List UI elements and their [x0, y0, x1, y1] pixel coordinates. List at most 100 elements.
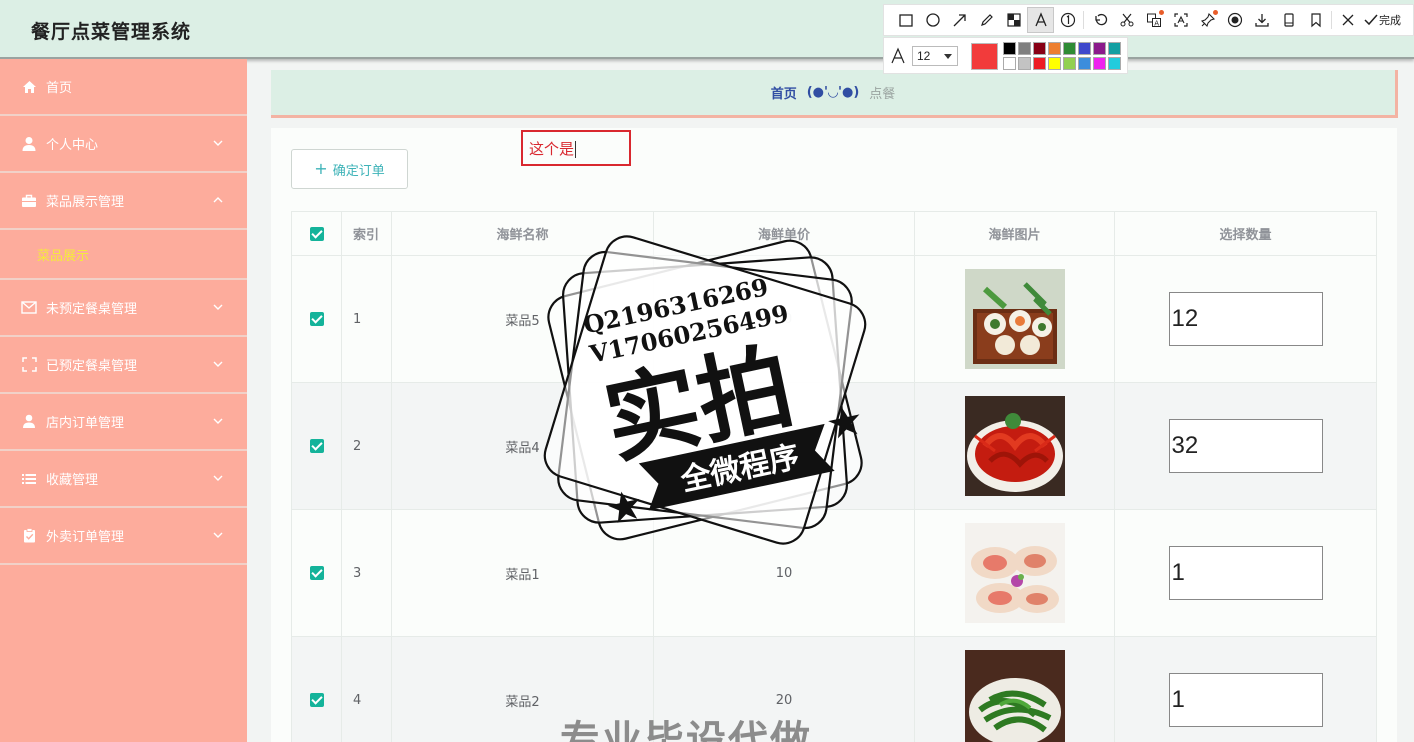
- color-swatch[interactable]: [1108, 42, 1121, 55]
- text-icon[interactable]: [1027, 7, 1054, 33]
- row-image-cell: [914, 509, 1115, 637]
- quantity-input[interactable]: [1168, 546, 1323, 600]
- quantity-input[interactable]: [1168, 419, 1323, 473]
- color-swatch[interactable]: [1078, 42, 1091, 55]
- row-checkbox[interactable]: [309, 439, 324, 453]
- quantity-input[interactable]: [1168, 673, 1323, 727]
- select-all-checkbox[interactable]: [309, 226, 324, 241]
- sidebar-item-label: 首页: [46, 81, 73, 96]
- check-icon: [1364, 14, 1378, 26]
- row-checkbox[interactable]: [309, 566, 324, 580]
- download-icon[interactable]: [1248, 7, 1275, 33]
- annotation-text-box[interactable]: 这个是: [521, 130, 631, 166]
- color-swatch[interactable]: [1048, 57, 1061, 70]
- font-size-select[interactable]: 12: [912, 46, 958, 66]
- chevron-up-icon: [213, 197, 223, 203]
- table-header-row: 索引 海鲜名称 海鲜单价 海鲜图片 选择数量: [291, 211, 1377, 256]
- sidebar-item-instore-orders[interactable]: 店内订单管理: [0, 394, 247, 451]
- sidebar-item-takeout-orders[interactable]: 外卖订单管理: [0, 508, 247, 565]
- user-icon: [20, 135, 38, 153]
- crayfish-dish-image: [964, 396, 1065, 496]
- sidebar-item-unbooked-tables[interactable]: 未预定餐桌管理: [0, 280, 247, 337]
- ocr-icon[interactable]: [1167, 7, 1194, 33]
- color-swatch[interactable]: [1003, 42, 1016, 55]
- sidebar-item-label: 店内订单管理: [46, 416, 125, 431]
- column-header: 索引: [341, 211, 392, 256]
- sidebar-item-home[interactable]: 首页: [0, 59, 247, 116]
- quantity-input[interactable]: [1168, 292, 1323, 346]
- breadcrumb-home[interactable]: 首页: [771, 83, 797, 102]
- color-swatch[interactable]: [1063, 42, 1076, 55]
- close-icon[interactable]: [1334, 7, 1361, 33]
- arrow-icon[interactable]: [946, 7, 973, 33]
- briefcase-icon: [20, 192, 38, 210]
- table-row: 4 菜品2 20: [291, 636, 1377, 742]
- dropdown-arrow-icon: [944, 54, 952, 59]
- sidebar-item-label: 个人中心: [46, 138, 99, 153]
- home-icon: [20, 78, 38, 96]
- row-price: 50: [653, 255, 915, 383]
- watermark-bottom-text: 专业毕设代做: [560, 718, 812, 742]
- color-swatch[interactable]: [1048, 42, 1061, 55]
- sidebar-subitem-dish-show[interactable]: 菜品展示: [0, 230, 247, 280]
- plus-icon: +: [314, 159, 328, 178]
- confirm-order-button[interactable]: + 确定订单: [291, 149, 408, 189]
- translate-icon[interactable]: A: [1140, 7, 1167, 33]
- row-index: 3: [341, 509, 392, 637]
- sidebar-item-favorites[interactable]: 收藏管理: [0, 451, 247, 508]
- row-index: 1: [341, 255, 392, 383]
- breadcrumb: 首页 (●'◡'●) 点餐: [271, 70, 1398, 118]
- sidebar-subitem-label: 菜品展示: [37, 248, 90, 264]
- chevron-down-icon: [213, 532, 223, 538]
- breadcrumb-separator: (●'◡'●): [806, 85, 860, 100]
- list-icon: [20, 470, 38, 488]
- number-icon[interactable]: [1054, 7, 1081, 33]
- row-checkbox[interactable]: [309, 312, 324, 326]
- color-swatch[interactable]: [1003, 57, 1016, 70]
- text-caret: [575, 141, 577, 158]
- row-checkbox[interactable]: [309, 693, 324, 707]
- breadcrumb-current: 点餐: [869, 87, 896, 102]
- greens-dish-image: [964, 650, 1065, 742]
- dish-table: 索引 海鲜名称 海鲜单价 海鲜图片 选择数量 1 菜品5 50 12 2 菜品4…: [291, 211, 1377, 742]
- scallops-dish-image: [964, 523, 1065, 623]
- bookmark-icon[interactable]: [1302, 7, 1329, 33]
- main-content: + 确定订单 索引 海鲜名称 海鲜单价 海鲜图片 选择数量 1 菜品5 50 1…: [271, 128, 1397, 742]
- color-swatch[interactable]: [1093, 42, 1106, 55]
- new-badge: [1159, 10, 1164, 15]
- sidebar-item-dish-display[interactable]: 菜品展示管理: [0, 173, 247, 230]
- sidebar-item-profile[interactable]: 个人中心: [0, 116, 247, 173]
- chevron-down-icon: [213, 475, 223, 481]
- current-color-swatch[interactable]: [971, 43, 998, 70]
- rectangle-icon[interactable]: [892, 7, 919, 33]
- toolbar-divider: [1083, 11, 1084, 29]
- color-swatch[interactable]: [1033, 42, 1046, 55]
- color-swatch[interactable]: [1018, 57, 1031, 70]
- person-icon: [20, 413, 38, 431]
- record-icon[interactable]: [1221, 7, 1248, 33]
- row-price: [653, 382, 915, 510]
- select-all-cell[interactable]: [291, 211, 342, 256]
- row-name: 菜品1: [391, 509, 654, 637]
- mosaic-icon[interactable]: [1000, 7, 1027, 33]
- chevron-down-icon: [213, 418, 223, 424]
- screenshot-toolbar: A 完成: [883, 4, 1414, 36]
- column-header: 海鲜图片: [914, 211, 1115, 256]
- pen-icon[interactable]: [973, 7, 1000, 33]
- color-swatch[interactable]: [1093, 57, 1106, 70]
- color-swatch[interactable]: [1108, 57, 1121, 70]
- color-swatch[interactable]: [1033, 57, 1046, 70]
- row-name: 菜品5: [391, 255, 654, 383]
- undo-icon[interactable]: [1086, 7, 1113, 33]
- save-icon[interactable]: [1275, 7, 1302, 33]
- ellipse-icon[interactable]: [919, 7, 946, 33]
- chevron-down-icon: [213, 361, 223, 367]
- crop-icon[interactable]: [1113, 7, 1140, 33]
- pin-icon[interactable]: [1194, 7, 1221, 33]
- color-swatch[interactable]: [1078, 57, 1091, 70]
- frame-icon: [20, 356, 38, 374]
- done-button[interactable]: 完成: [1363, 12, 1401, 28]
- color-swatch[interactable]: [1018, 42, 1031, 55]
- sidebar-item-booked-tables[interactable]: 已预定餐桌管理: [0, 337, 247, 394]
- color-swatch[interactable]: [1063, 57, 1076, 70]
